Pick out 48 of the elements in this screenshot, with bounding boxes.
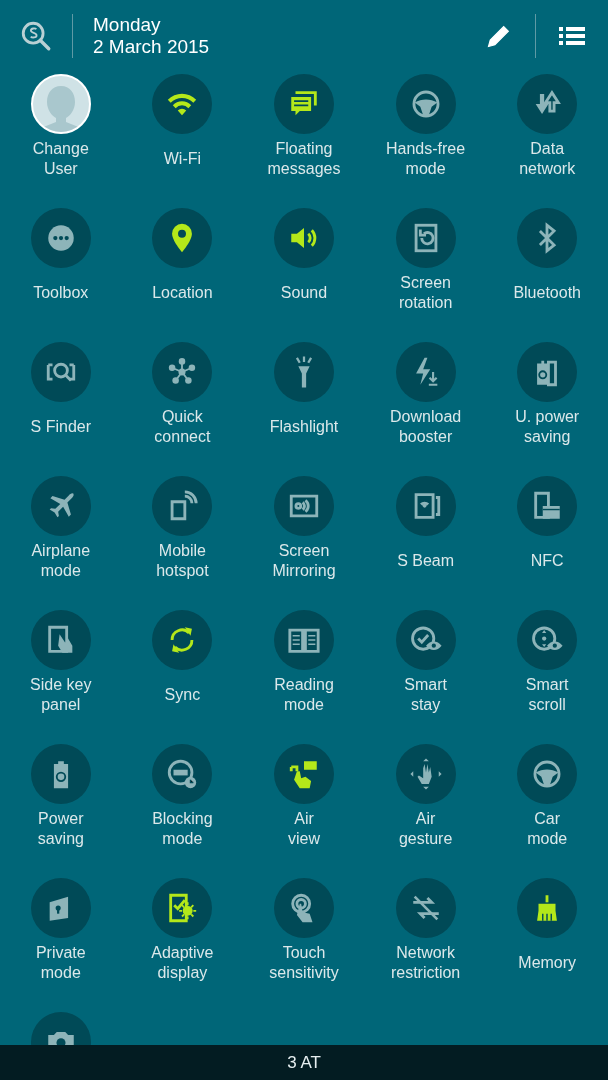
toggle-label: Touch sensitivity bbox=[269, 943, 339, 983]
toggle-label: U. power saving bbox=[515, 407, 580, 447]
toggle-label: Mobile hotspot bbox=[156, 541, 209, 581]
toggle-label: Smart stay bbox=[404, 675, 447, 715]
toggle-label: Sync bbox=[164, 685, 201, 705]
toggle-label: Screen rotation bbox=[398, 273, 453, 313]
carrier-text: 3 AT bbox=[287, 1051, 321, 1074]
toggle-label: Change User bbox=[32, 139, 89, 179]
toggle-label: Quick connect bbox=[154, 407, 211, 447]
day-text: Monday bbox=[93, 14, 161, 36]
toggle-button[interactable] bbox=[274, 208, 334, 268]
toggle-label: Toolbox bbox=[33, 283, 89, 303]
toggle-label: Adaptive display bbox=[151, 943, 214, 983]
toggle-button[interactable] bbox=[274, 74, 334, 134]
toggle-label: Side key panel bbox=[30, 675, 92, 715]
list-icon[interactable] bbox=[558, 24, 586, 48]
toggle-label: S Finder bbox=[30, 417, 92, 437]
toggle-label: Wi-Fi bbox=[163, 149, 202, 169]
toggle-label: Air gesture bbox=[398, 809, 453, 849]
toggle-button[interactable] bbox=[274, 878, 334, 938]
toggle-button[interactable] bbox=[274, 610, 334, 670]
toggle-button[interactable] bbox=[274, 476, 334, 536]
toggle-label: Data network bbox=[519, 139, 576, 179]
toggle-label: Flashlight bbox=[269, 417, 339, 437]
toggle-button[interactable] bbox=[274, 342, 334, 402]
toggle-label: Car mode bbox=[527, 809, 568, 849]
toggle-label: Memory bbox=[518, 953, 577, 973]
toggle-label: Reading mode bbox=[274, 675, 334, 715]
hand-arrows-icon bbox=[408, 757, 443, 791]
toggle-label: Location bbox=[152, 283, 213, 303]
toggle-label: Bluetooth bbox=[513, 283, 581, 303]
toggle-label: Private mode bbox=[35, 943, 86, 983]
date-text: 2 March 2015 bbox=[93, 36, 210, 58]
toggle-label: Blocking mode bbox=[152, 809, 213, 849]
toggle-label: Sound bbox=[280, 283, 328, 303]
toggle-label: Screen Mirroring bbox=[272, 541, 336, 581]
toggle-label: Network restriction bbox=[390, 943, 461, 983]
toggle-label: Air view bbox=[288, 809, 320, 849]
toggle-label: Power saving bbox=[37, 809, 84, 849]
toggle-label: Smart scroll bbox=[525, 675, 569, 715]
toggle-label: S Beam bbox=[397, 551, 455, 571]
toggle-button[interactable] bbox=[274, 744, 334, 804]
toggle-label: Download booster bbox=[390, 407, 462, 447]
toggle-label: Hands-free mode bbox=[386, 139, 466, 179]
toggle-label: Airplane mode bbox=[31, 541, 91, 581]
search-icon[interactable] bbox=[19, 19, 53, 53]
toggle-label: NFC bbox=[530, 551, 564, 571]
toggle-label: Floating messages bbox=[267, 139, 341, 179]
